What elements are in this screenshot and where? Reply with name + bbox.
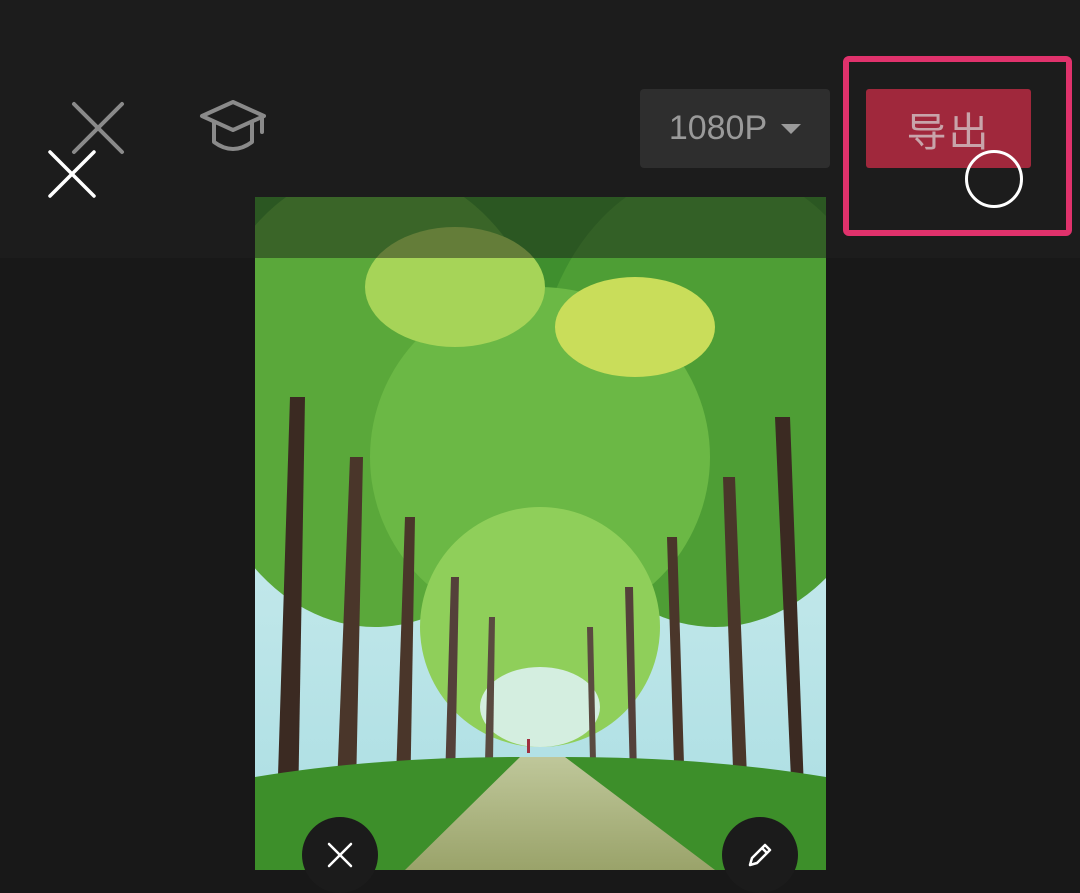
export-label: 导出 (906, 109, 991, 156)
resolution-dropdown[interactable]: 1080P (640, 89, 830, 168)
close-overlay-icon (46, 148, 98, 200)
resolution-label: 1080P (668, 109, 768, 147)
pencil-icon (748, 843, 772, 867)
video-preview[interactable] (255, 197, 826, 870)
graduation-cap-icon[interactable] (198, 96, 268, 160)
preview-top-shade (255, 197, 826, 258)
edit-button[interactable] (722, 817, 798, 893)
touch-indicator (965, 150, 1023, 208)
preview-image (255, 197, 826, 870)
close-icon (327, 842, 353, 868)
delete-button[interactable] (302, 817, 378, 893)
chevron-down-icon (781, 123, 802, 134)
